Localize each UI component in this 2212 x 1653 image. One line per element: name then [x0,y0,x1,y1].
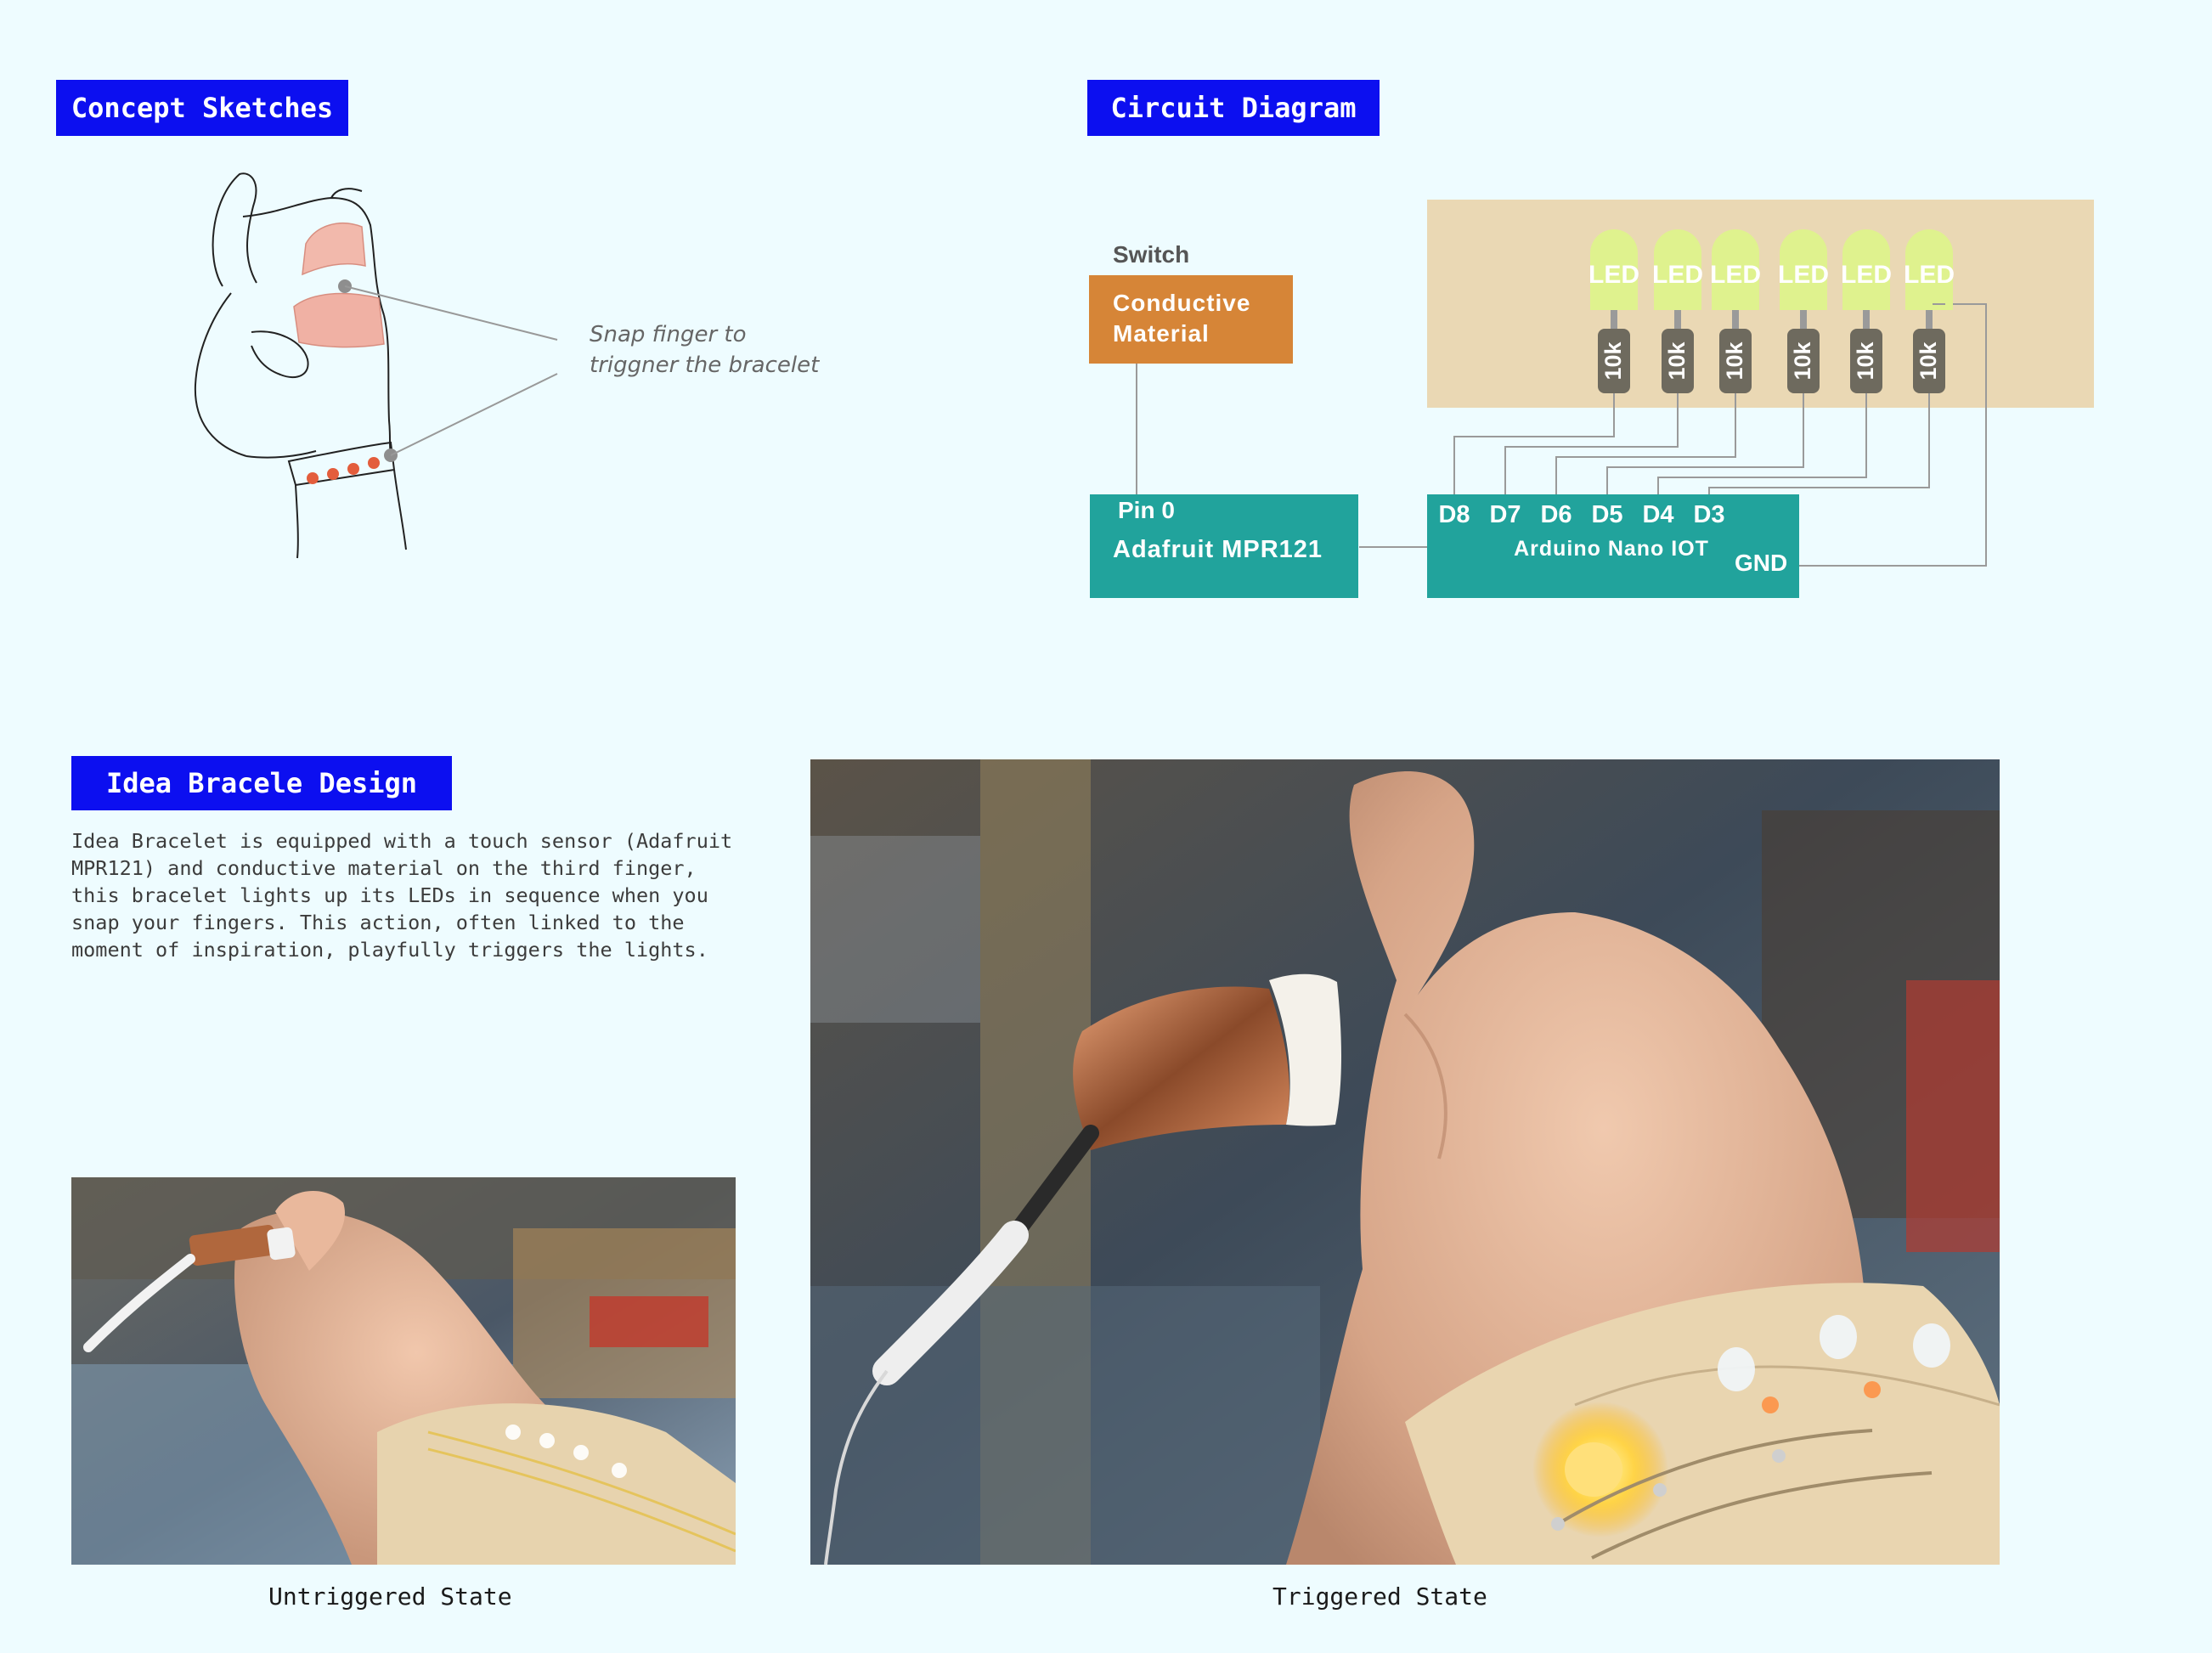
resistor-3: 10k [1719,329,1752,393]
nano-pin-d3: D3 [1693,501,1724,528]
untriggered-photo [71,1177,736,1565]
nano-name: Arduino Nano IOT [1514,537,1709,561]
untriggered-photo-art [71,1177,736,1565]
triggered-photo-art [810,759,2000,1565]
mpr121-pin-label: Pin 0 [1118,497,1175,523]
nano-gnd-label: GND [1735,550,1787,576]
sketch-annotation-line-2: triggner the bracelet [590,353,820,378]
resistor-6-label: 10k [1916,341,1941,380]
resistor-1-label: 10k [1600,341,1626,380]
circuit-diagram: LED LED LED LED LED LED 10k 10k 10k 10k … [1089,200,2094,598]
resistor-5: 10k [1850,329,1882,393]
resistor-6: 10k [1913,329,1945,393]
resistor-4: 10k [1787,329,1820,393]
led-3-label: LED [1710,261,1761,289]
led-1-label: LED [1588,261,1639,289]
sketch-annotation: Snap finger to triggner the bracelet [590,319,819,381]
triggered-caption: Triggered State [1272,1582,1487,1611]
resistor-3-label: 10k [1722,341,1747,380]
conductive-label-line-2: Material [1113,320,1210,347]
resistor-4-label: 10k [1790,341,1815,380]
nano-pin-d8: D8 [1438,501,1470,528]
conductive-label-line-1: Conductive [1113,290,1250,316]
triggered-photo [810,759,2000,1565]
design-description: Idea Bracelet is equipped with a touch s… [71,829,733,962]
circuit-diagram-title: Circuit Diagram [1087,80,1380,136]
conductive-material-box [1089,275,1293,364]
switch-label: Switch [1113,241,1189,268]
resistor-1: 10k [1598,329,1630,393]
resistor-2-label: 10k [1664,341,1690,380]
untriggered-caption: Untriggered State [268,1582,512,1611]
resistor-5-label: 10k [1853,341,1878,380]
nano-pin-d5: D5 [1591,501,1622,528]
nano-pin-d4: D4 [1642,501,1673,528]
led-5-label: LED [1841,261,1892,289]
led-panel [1427,200,2094,408]
sketch-annotation-line-1: Snap finger to [590,322,747,347]
nano-pin-d7: D7 [1489,501,1521,528]
led-4-label: LED [1778,261,1829,289]
led-6-label: LED [1904,261,1955,289]
sketch-callout-lines [344,285,558,456]
concept-sketches-title: Concept Sketches [56,80,348,136]
resistor-2: 10k [1662,329,1694,393]
idea-bracelet-design-title: Idea Bracele Design [71,756,452,810]
led-2-label: LED [1652,261,1703,289]
mpr121-name: Adafruit MPR121 [1113,536,1323,563]
nano-pin-d6: D6 [1540,501,1572,528]
